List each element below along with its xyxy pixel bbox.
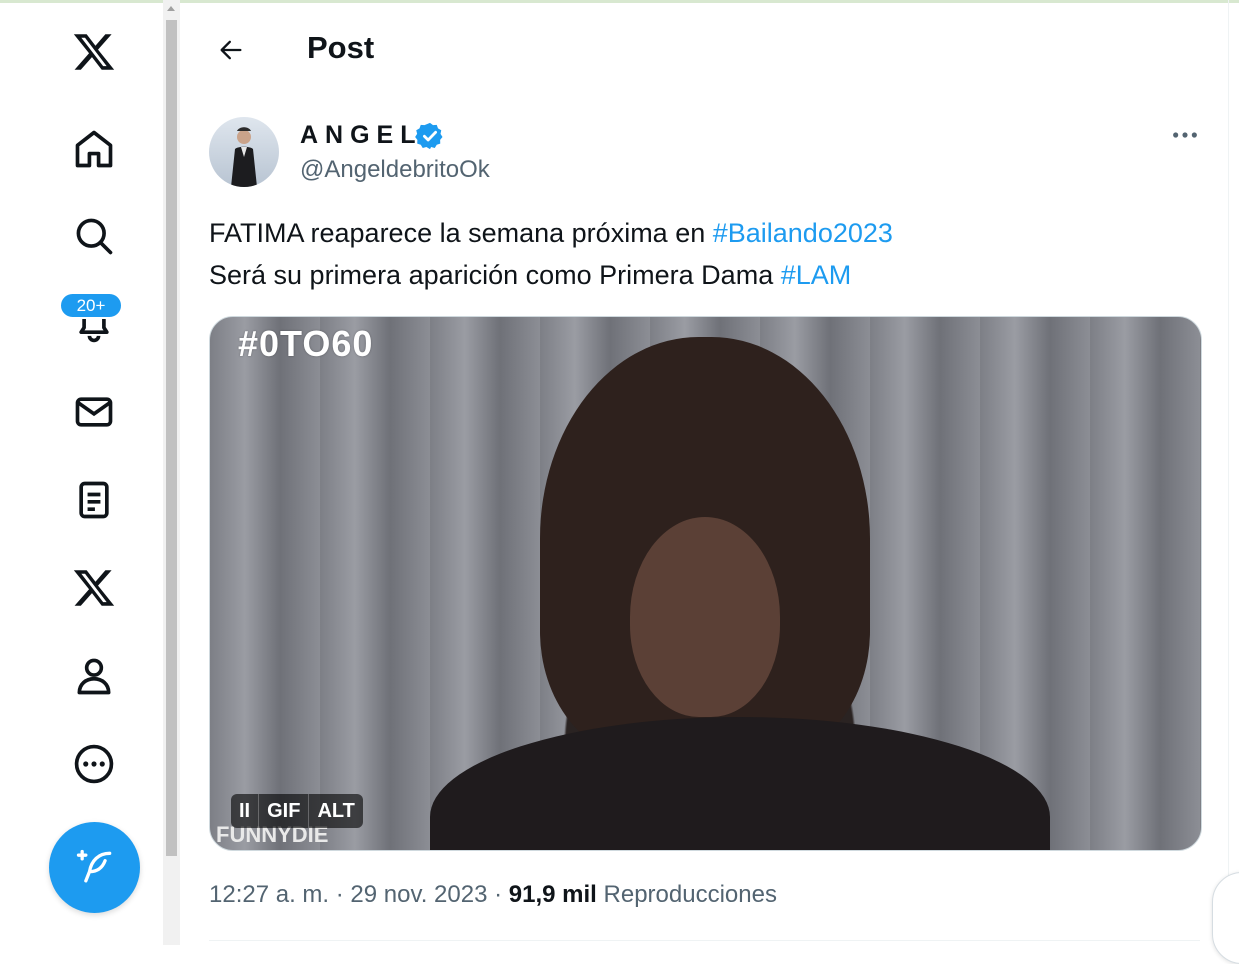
x-logo-link[interactable] bbox=[71, 29, 117, 75]
author-name[interactable]: ANGEL bbox=[300, 118, 423, 152]
sidebar-item-profile[interactable] bbox=[71, 653, 117, 699]
list-icon bbox=[79, 481, 109, 519]
arrow-left-icon bbox=[220, 40, 242, 60]
sidebar-item-premium[interactable] bbox=[71, 565, 117, 611]
gif-figure-face bbox=[630, 517, 780, 717]
back-button[interactable] bbox=[211, 30, 251, 70]
page-title: Post bbox=[307, 30, 375, 65]
sidebar-item-home[interactable] bbox=[71, 126, 117, 172]
divider bbox=[209, 940, 1200, 941]
x-logo-icon bbox=[73, 570, 115, 606]
hashtag-link-bailando[interactable]: #Bailando2023 bbox=[713, 218, 893, 248]
alt-text-button[interactable]: ALT bbox=[308, 794, 362, 828]
more-circle-icon bbox=[74, 744, 114, 784]
meta-separator: · bbox=[335, 881, 344, 908]
post-date[interactable]: 29 nov. 2023 bbox=[350, 881, 487, 908]
post-text: FATIMA reaparece la semana próxima en #B… bbox=[209, 212, 1169, 296]
home-icon bbox=[75, 130, 113, 168]
author-handle[interactable]: @AngeldebritoOk bbox=[300, 154, 490, 186]
meta-separator: · bbox=[494, 881, 503, 908]
gif-controls: II GIF ALT bbox=[231, 794, 363, 828]
page-scrollbar[interactable] bbox=[163, 0, 180, 945]
post-text-line-1: FATIMA reaparece la semana próxima en #B… bbox=[209, 212, 1169, 254]
sidebar-item-lists[interactable] bbox=[71, 477, 117, 523]
verified-badge-icon bbox=[415, 122, 443, 150]
person-icon bbox=[77, 658, 111, 695]
floating-widget[interactable] bbox=[1212, 872, 1239, 964]
post-meta: 12:27 a. m. · 29 nov. 2023 · 91,9 mil Re… bbox=[209, 878, 777, 912]
compose-post-button[interactable] bbox=[49, 822, 140, 913]
author-avatar[interactable] bbox=[209, 117, 279, 187]
notifications-badge: 20+ bbox=[59, 292, 123, 319]
post-more-button[interactable] bbox=[1165, 120, 1205, 150]
x-logo-icon bbox=[73, 34, 115, 70]
sidebar-nav: 20+ bbox=[0, 0, 163, 945]
post-text-part-1: FATIMA reaparece la semana próxima en bbox=[209, 218, 713, 248]
post-timestamp[interactable]: 12:27 a. m. bbox=[209, 881, 329, 908]
scroll-up-arrow-icon[interactable] bbox=[167, 6, 175, 11]
views-label: Reproducciones bbox=[603, 881, 777, 908]
gif-figure-body bbox=[430, 717, 1050, 850]
hashtag-link-lam[interactable]: #LAM bbox=[781, 260, 852, 290]
sidebar-item-messages[interactable] bbox=[71, 389, 117, 435]
gif-watermark-top: #0TO60 bbox=[238, 323, 374, 364]
avatar-figure bbox=[231, 127, 257, 187]
post-text-line-2: Será su primera aparición como Primera D… bbox=[209, 254, 1169, 296]
post-text-part-2: Será su primera aparición como Primera D… bbox=[209, 260, 781, 290]
more-horizontal-icon bbox=[1173, 132, 1197, 138]
gif-label: GIF bbox=[258, 794, 308, 828]
post-detail-column: Post ANGEL @AngeldebritoOk FATIMA reapar… bbox=[180, 0, 1229, 945]
scrollbar-thumb[interactable] bbox=[166, 20, 177, 856]
gif-pause-button[interactable]: II bbox=[231, 794, 258, 828]
views-count: 91,9 mil bbox=[508, 881, 597, 908]
mail-icon bbox=[75, 397, 113, 427]
sidebar-item-explore[interactable] bbox=[71, 213, 117, 259]
search-icon bbox=[76, 218, 113, 255]
sidebar-item-more[interactable] bbox=[71, 741, 117, 787]
compose-feather-icon bbox=[76, 849, 111, 882]
post-media-gif[interactable]: #0TO60 FUNNYDIE II GIF ALT bbox=[209, 316, 1202, 851]
